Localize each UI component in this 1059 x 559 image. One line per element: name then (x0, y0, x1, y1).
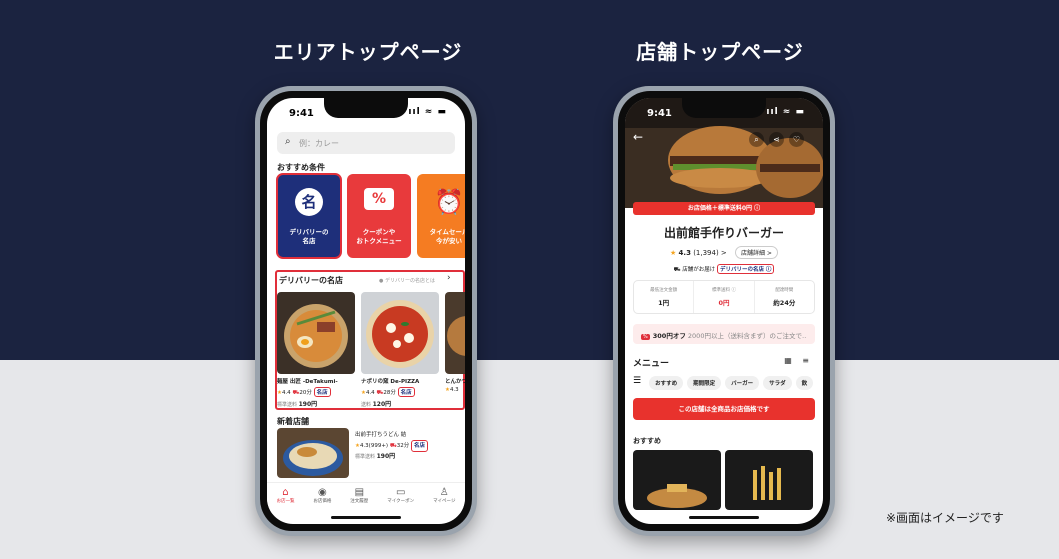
view-toggle-icons[interactable]: ▦ ≡ (784, 356, 813, 365)
search-placeholder: 例：カレー (299, 139, 339, 148)
list-title-meiten: デリバリーの名店 (279, 276, 343, 285)
chip-drink[interactable]: 飲 (795, 376, 814, 390)
home-indicator (689, 516, 759, 519)
review-count-link[interactable]: (1,394) > (693, 249, 727, 257)
heart-icon[interactable]: ♡ (789, 132, 804, 147)
coupon-banner[interactable]: % 300円オフ 2000円以上（送料含まず）のご注文で‥ (633, 324, 815, 344)
meiten-badge: 名店 (397, 387, 415, 397)
restaurant-card[interactable]: 麺屋 出匠 -DeTakumi- ★4.4 ⛟20分 名店 標準送料 190円 (277, 292, 355, 408)
store-delivery-icon: ⛟ (673, 267, 681, 273)
home-indicator (331, 516, 401, 519)
condition-card-meiten[interactable]: 名 デリバリーの 名店 (276, 173, 342, 259)
back-arrow-icon[interactable]: ← (633, 130, 643, 144)
screen-area-top: 9:41 ııl ≈ ▬ ⌕ 例：カレー おすすめ条件 名 デリバリーの 名店 … (267, 98, 465, 524)
coupon-icon: % (641, 334, 650, 340)
coupon-icon: % (364, 188, 394, 210)
search-input[interactable]: ⌕ 例：カレー (277, 132, 455, 154)
chip-burger[interactable]: バーガー (725, 376, 760, 390)
condition-label: タイムセール 今が安い (429, 228, 465, 245)
store-info-box: 最低注文金額 1円 標準送料 ⓘ 0円 配達時間 約24分 (633, 280, 815, 314)
meiten-badge: 名店 (313, 387, 331, 397)
restaurant-meta: ★4.4 ⛟20分 名店 (277, 387, 355, 397)
section-title-recommended: おすすめ条件 (277, 163, 325, 172)
menu-item-photo[interactable] (633, 450, 721, 510)
condition-label: デリバリーの 名店 (289, 228, 329, 245)
promo-banner: お店価格＋標準送料0円 ⓘ (633, 202, 815, 215)
store-rating: 4.3 (678, 249, 691, 257)
chevron-right-icon[interactable]: › (447, 273, 451, 283)
status-icons: ııl ≈ ▬ (408, 107, 447, 117)
alarm-clock-icon: ⏰ (434, 188, 464, 216)
chip-salad[interactable]: サラダ (763, 376, 792, 390)
meiten-about-link[interactable]: ● デリバリーの名店とは (379, 277, 435, 284)
restaurant-fee: 送料 120円 (361, 401, 392, 408)
status-icons: ııl ≈ ▬ (766, 107, 805, 117)
home-icon: ⌂ (282, 487, 289, 498)
restaurant-meta: ★4.3 (445, 387, 459, 393)
tab-order-history[interactable]: ▤ 注文履歴 (350, 483, 368, 514)
restaurant-name: ナポリの窯 De-PIZZA (361, 379, 420, 385)
image-note: ※画面はイメージです (886, 511, 1004, 525)
tab-my-page[interactable]: ♙ マイページ (433, 483, 455, 514)
recommended-title: おすすめ (633, 437, 661, 445)
section-title-new: 新着店舗 (277, 417, 309, 426)
condition-label: クーポンや おトクメニュー (356, 228, 402, 245)
person-icon: ♙ (439, 487, 449, 498)
delivery-by-label: 店舗がお届け (682, 267, 716, 273)
restaurant-meta: ★4.4 ⛟28分 名店 (361, 387, 439, 397)
meiten-badge[interactable]: デリバリーの名店 ⓘ (717, 264, 775, 274)
tab-store-price[interactable]: ◉ お店価格 (313, 483, 331, 514)
store-name: 出前館手作りバーガー (663, 226, 784, 240)
status-time: 9:41 (647, 108, 672, 119)
restaurant-name: 麺屋 出匠 -DeTakumi- (277, 379, 338, 385)
restaurant-name: とんかつ (445, 379, 465, 385)
phone-store-top: 9:41 ııl ≈ ▬ ← ⌕ ⋖ ♡ お店価格＋標準送料0円 ⓘ 出前館手作… (613, 86, 835, 536)
caption-area-top: エリアトップページ (273, 40, 463, 64)
coupon-tab-icon: ▭ (395, 487, 406, 498)
bottom-tab-bar: ⌂ お店一覧 ◉ お店価格 ▤ 注文履歴 ▭ マイクーポン ♙ マイページ (267, 482, 465, 514)
tonkatsu-photo (445, 292, 465, 374)
restaurant-fee: 標準送料 190円 (277, 401, 318, 408)
menu-item-photo[interactable] (725, 450, 813, 510)
min-order-info: 最低注文金額 1円 (634, 281, 695, 313)
receipt-icon: ▤ (354, 487, 365, 498)
search-icon[interactable]: ⌕ (749, 132, 764, 147)
new-store-name: 出前手打ちうどん 結 (355, 432, 407, 438)
udon-photo (277, 428, 349, 478)
tab-my-coupon[interactable]: ▭ マイクーポン (387, 483, 414, 514)
light-background (0, 360, 1059, 559)
share-icon[interactable]: ⋖ (769, 132, 784, 147)
delivery-fee-info[interactable]: 標準送料 ⓘ 0円 (694, 281, 755, 313)
rating-row: ★ 4.3 (1,394) > 店舗詳細 > (625, 246, 823, 259)
delivery-time-info: 配達時間 約24分 (773, 288, 796, 307)
meiten-badge: 名店 (411, 440, 429, 452)
restaurant-card[interactable]: ナポリの窯 De-PIZZA ★4.4 ⛟28分 名店 送料 120円 (361, 292, 439, 408)
star-icon: ★ (670, 249, 677, 257)
store-price-banner: この店舗は全商品お店価格です (633, 398, 815, 420)
status-time: 9:41 (289, 108, 314, 119)
search-icon: ⌕ (285, 136, 291, 147)
phone-area-top: 9:41 ııl ≈ ▬ ⌕ 例：カレー おすすめ条件 名 デリバリーの 名店 … (255, 86, 477, 536)
list-icon[interactable]: ☰ (633, 376, 641, 390)
condition-card-timesale[interactable]: ⏰ タイムセール 今が安い (417, 174, 465, 258)
pizza-photo (361, 292, 439, 374)
menu-category-chips: ☰ おすすめ 期間限定 バーガー サラダ 飲 (633, 376, 814, 390)
tab-store-list[interactable]: ⌂ お店一覧 (276, 483, 294, 514)
badge-row: ⛟ 店舗がお届け デリバリーの名店 ⓘ (625, 264, 823, 274)
condition-card-coupon[interactable]: % クーポンや おトクメニュー (347, 174, 411, 258)
meiten-icon: 名 (295, 188, 323, 216)
dark-background (0, 0, 1059, 360)
price-icon: ◉ (318, 487, 327, 498)
caption-store-top: 店舗トップページ (636, 40, 804, 64)
ramen-photo (277, 292, 355, 374)
chip-osusume[interactable]: おすすめ (649, 376, 684, 390)
chip-limited[interactable]: 期間限定 (687, 376, 722, 390)
new-store-info[interactable]: 出前手打ちうどん 結 ★4.3(999+) ⛟32分 名店 標準送料 190円 (355, 430, 429, 462)
restaurant-card[interactable]: とんかつ ★4.3 (445, 292, 465, 393)
menu-title: メニュー (633, 359, 670, 369)
screen-store-top: 9:41 ııl ≈ ▬ ← ⌕ ⋖ ♡ お店価格＋標準送料0円 ⓘ 出前館手作… (625, 98, 823, 524)
store-detail-button[interactable]: 店舗詳細 > (735, 246, 778, 259)
